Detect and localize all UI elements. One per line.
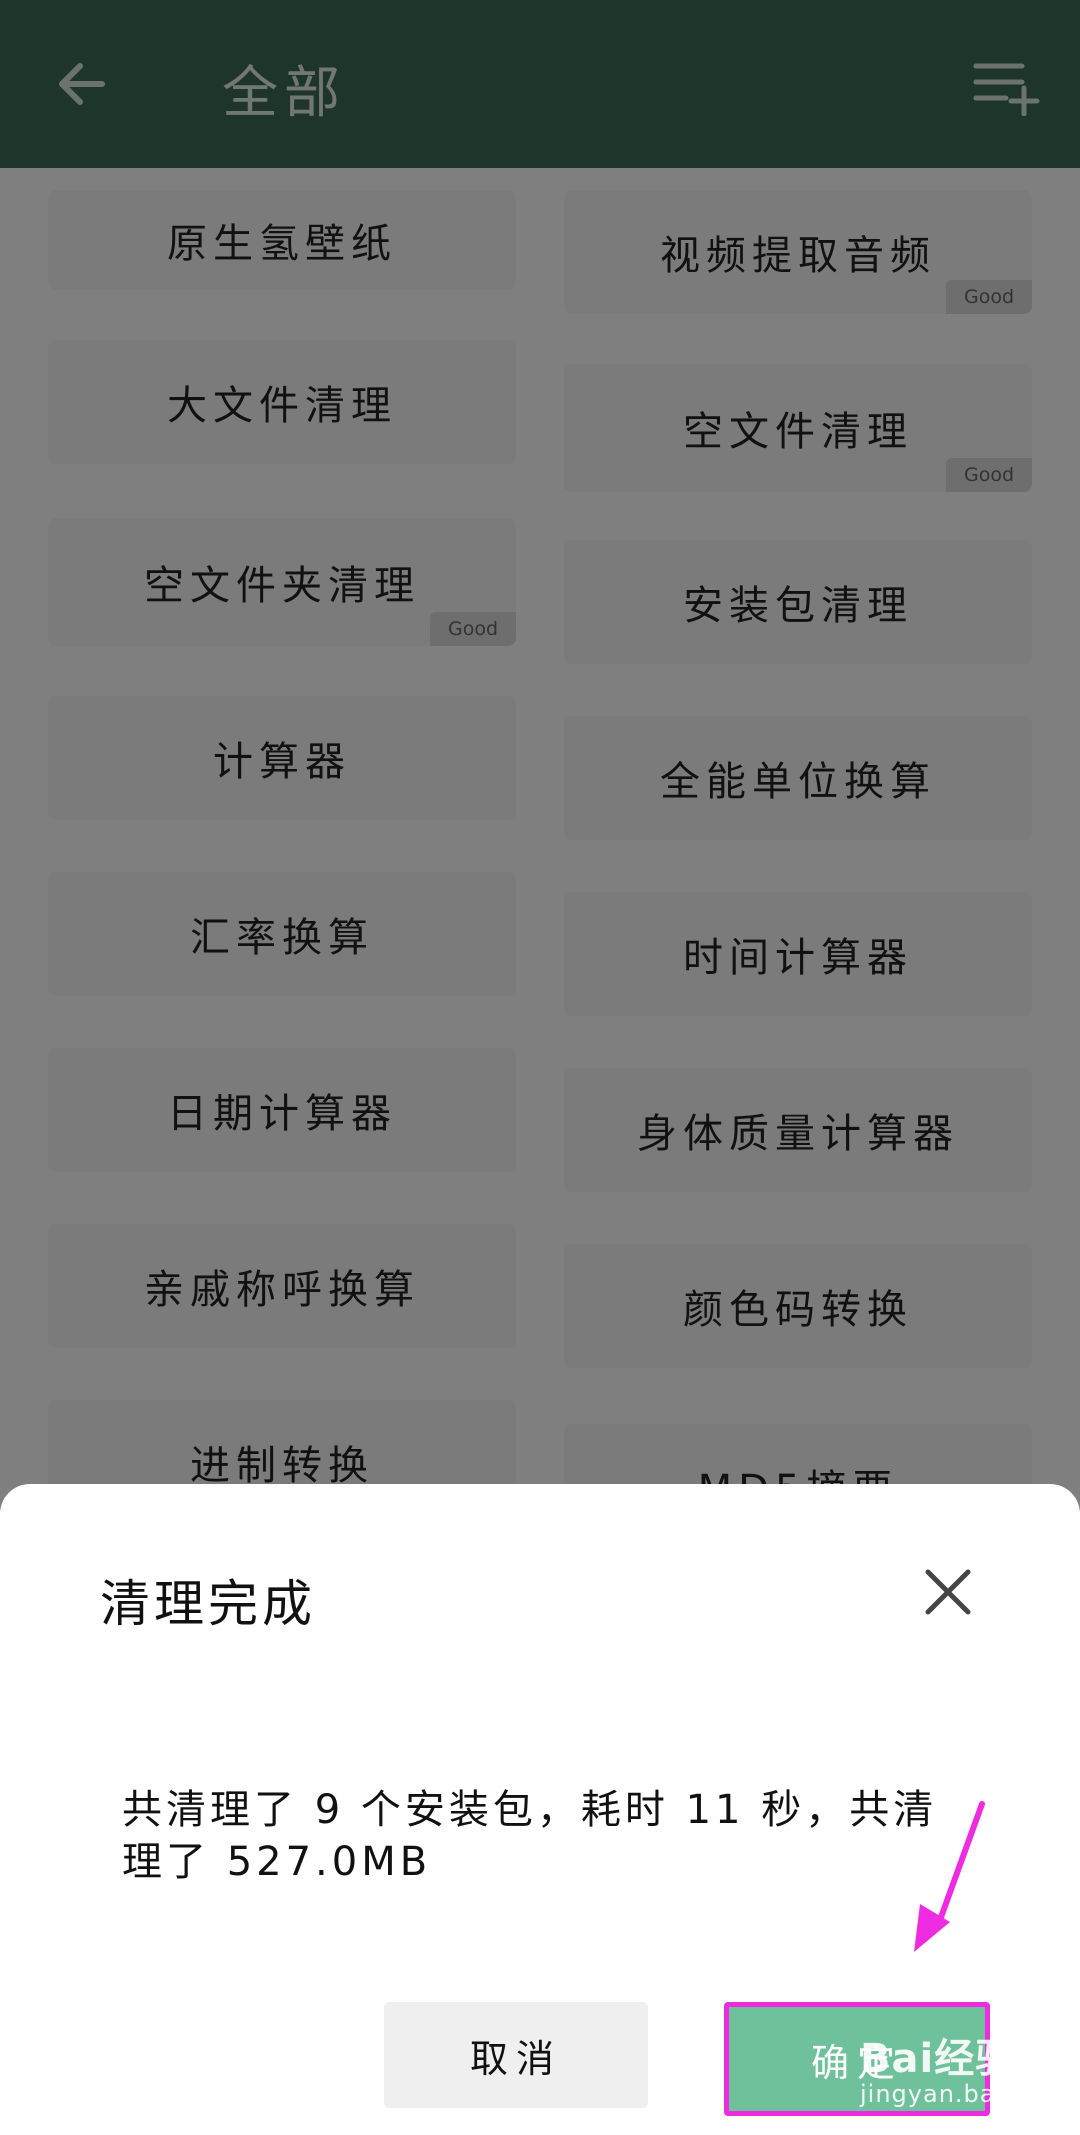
close-icon bbox=[925, 1569, 971, 1615]
baidu-jingyan-watermark: Bai经验 jingyan.baidu.com bbox=[860, 2022, 1080, 2122]
dialog-title: 清理完成 bbox=[100, 1575, 316, 1633]
close-button[interactable] bbox=[922, 1566, 974, 1618]
watermark-url: jingyan.baidu.com bbox=[860, 2080, 1080, 2108]
annotation-arrow-icon bbox=[914, 1801, 985, 1952]
watermark-logo: Bai经验 bbox=[860, 2036, 1017, 2082]
cancel-button[interactable]: 取消 bbox=[384, 2002, 648, 2108]
dialog-message: 共清理了 9 个安装包，耗时 11 秒，共清理了 527.0MB bbox=[122, 1787, 938, 1885]
